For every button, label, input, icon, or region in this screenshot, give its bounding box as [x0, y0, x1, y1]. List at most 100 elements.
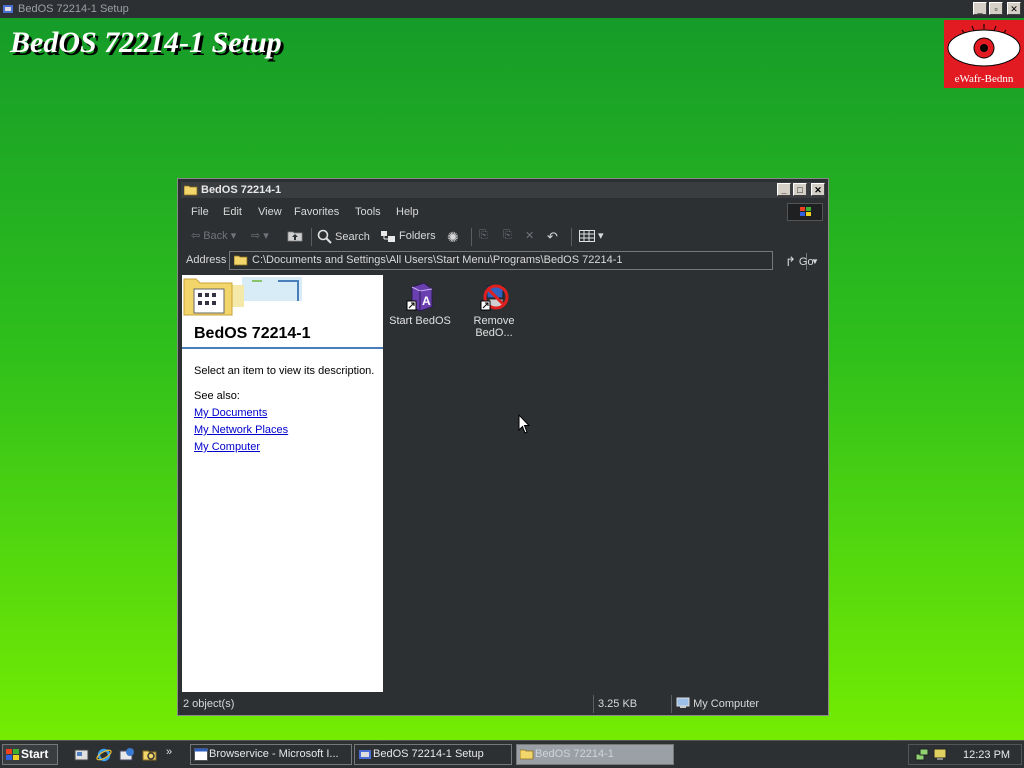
- task-label: Browservice - Microsoft I...: [209, 748, 339, 760]
- folders-label: Folders: [399, 230, 436, 242]
- link-my-network-places[interactable]: My Network Places: [194, 424, 288, 436]
- undo-icon: ↶: [547, 229, 558, 244]
- delete-button[interactable]: ✕: [525, 229, 534, 242]
- explorer-shortcut-icon[interactable]: [142, 747, 158, 763]
- minimize-button[interactable]: _: [973, 2, 987, 15]
- search-icon: [317, 229, 332, 244]
- setup-window-title: BedOS 72214-1 Setup: [18, 3, 129, 15]
- remove-bedos-shortcut-icon: [480, 284, 509, 311]
- pane-divider: [182, 347, 383, 349]
- file-start-bedos[interactable]: A Start BedOS: [385, 281, 455, 327]
- setup-task-icon: [359, 750, 371, 759]
- browser-window-icon: [194, 748, 208, 761]
- explorer-maximize-button[interactable]: □: [793, 183, 807, 196]
- search-button[interactable]: Search: [317, 229, 370, 244]
- copy-to-icon: ⎘: [503, 229, 512, 241]
- restore-button[interactable]: ▫: [989, 2, 1003, 15]
- folders-button[interactable]: Folders: [380, 229, 436, 243]
- undo-button[interactable]: ↶: [547, 229, 558, 245]
- move-to-button[interactable]: ⎘: [479, 229, 488, 242]
- pane-description: Select an item to view its description.: [194, 365, 375, 377]
- forward-button[interactable]: ⇨ ▾: [251, 229, 269, 242]
- views-dropdown-icon: ▾: [598, 230, 604, 242]
- link-my-documents[interactable]: My Documents: [194, 407, 267, 419]
- task-bedos-folder[interactable]: BedOS 72214-1: [516, 744, 674, 765]
- menu-file[interactable]: File: [191, 206, 209, 218]
- pane-title: BedOS 72214-1: [194, 325, 311, 342]
- go-button[interactable]: ↱ Go: [785, 254, 814, 270]
- history-button[interactable]: ✺: [447, 229, 459, 246]
- file-list[interactable]: A Start BedOS Remove BedO...: [385, 275, 826, 692]
- views-grid-icon: [579, 229, 595, 242]
- status-zone: My Computer: [671, 695, 825, 713]
- go-arrow-icon: ↱: [785, 254, 796, 269]
- setup-heading: BedOS 72214-1 Setup: [10, 26, 282, 59]
- back-dropdown-icon: ▾: [230, 230, 237, 242]
- address-label: Address: [186, 254, 227, 266]
- link-my-computer[interactable]: My Computer: [194, 441, 260, 453]
- network-tray-icon[interactable]: [915, 748, 929, 761]
- explorer-titlebar[interactable]: BedOS 72214-1 _ □ ✕: [181, 182, 825, 198]
- back-button[interactable]: ⇦ Back ▾: [191, 229, 237, 243]
- explorer-close-button[interactable]: ✕: [811, 183, 825, 196]
- setup-app-icon: [3, 5, 13, 13]
- status-zone-label: My Computer: [693, 698, 760, 710]
- search-label: Search: [335, 230, 370, 243]
- explorer-minimize-button[interactable]: _: [777, 183, 791, 196]
- mouse-cursor-icon: [518, 414, 531, 434]
- menu-tools[interactable]: Tools: [355, 206, 381, 218]
- start-button[interactable]: Start: [2, 744, 58, 765]
- status-size: 3.25 KB: [593, 695, 671, 713]
- close-button[interactable]: ✕: [1007, 2, 1021, 15]
- menu-help[interactable]: Help: [396, 206, 419, 218]
- status-bar: 2 object(s) 3.25 KB My Computer: [181, 695, 825, 713]
- menu-bar: File Edit View Favorites Tools Help: [181, 203, 825, 223]
- show-desktop-icon[interactable]: [74, 747, 89, 762]
- task-label: BedOS 72214-1 Setup: [373, 748, 484, 760]
- folder-icon: [184, 185, 198, 196]
- move-to-icon: ⎘: [479, 229, 488, 241]
- windows-logo-icon: [6, 749, 19, 760]
- my-computer-icon: [676, 697, 690, 708]
- up-folder-button[interactable]: [287, 229, 303, 242]
- folder-task-icon: [520, 749, 534, 760]
- file-label: Remove: [473, 315, 515, 327]
- menu-view[interactable]: View: [258, 206, 282, 218]
- system-tray: 12:23 PM: [908, 744, 1022, 765]
- menu-favorites[interactable]: Favorites: [294, 206, 339, 218]
- vendor-logo: eWafr-Bednn: [944, 20, 1024, 88]
- start-label: Start: [21, 747, 49, 761]
- address-bar: Address C:\Documents and Settings\All Us…: [181, 250, 825, 272]
- address-input[interactable]: C:\Documents and Settings\All Users\Star…: [229, 251, 819, 270]
- taskbar: Start » Browservice - Microsoft I... Bed…: [0, 740, 1024, 768]
- folders-icon: [381, 231, 395, 242]
- logo-text: eWafr-Bednn: [954, 73, 1014, 85]
- task-bedos-setup[interactable]: BedOS 72214-1 Setup: [354, 744, 512, 765]
- svg-text:A: A: [422, 294, 431, 308]
- quick-launch-more-icon[interactable]: »: [166, 746, 172, 758]
- explorer-window: BedOS 72214-1 _ □ ✕ File Edit View Favor…: [177, 178, 829, 716]
- outlook-express-icon[interactable]: [119, 747, 135, 763]
- details-pane: BedOS 72214-1 Select an item to view its…: [182, 275, 383, 692]
- task-label: BedOS 72214-1: [535, 748, 614, 760]
- copy-to-button[interactable]: ⎘: [503, 229, 512, 242]
- back-arrow-icon: ⇦: [191, 230, 201, 242]
- up-folder-icon: [287, 231, 303, 242]
- back-label: Back: [203, 229, 228, 242]
- explorer-title: BedOS 72214-1: [201, 184, 282, 196]
- history-icon: ✺: [447, 229, 459, 245]
- display-tray-icon[interactable]: [933, 748, 947, 761]
- internet-explorer-icon[interactable]: [96, 747, 112, 763]
- delete-icon: ✕: [525, 230, 535, 242]
- setup-titlebar: BedOS 72214-1 Setup _ ▫ ✕: [0, 0, 1024, 18]
- views-button[interactable]: ▾: [579, 229, 604, 242]
- eye-logo-icon: [947, 24, 1021, 67]
- file-label: Start BedOS: [389, 315, 451, 327]
- address-value: C:\Documents and Settings\All Users\Star…: [252, 254, 623, 266]
- menu-edit[interactable]: Edit: [223, 206, 242, 218]
- file-remove-bedos[interactable]: Remove BedO...: [459, 281, 529, 339]
- file-label-line2: BedO...: [475, 327, 513, 339]
- task-browservice[interactable]: Browservice - Microsoft I...: [190, 744, 352, 765]
- clock[interactable]: 12:23 PM: [963, 749, 1010, 761]
- address-folder-icon: [234, 255, 248, 266]
